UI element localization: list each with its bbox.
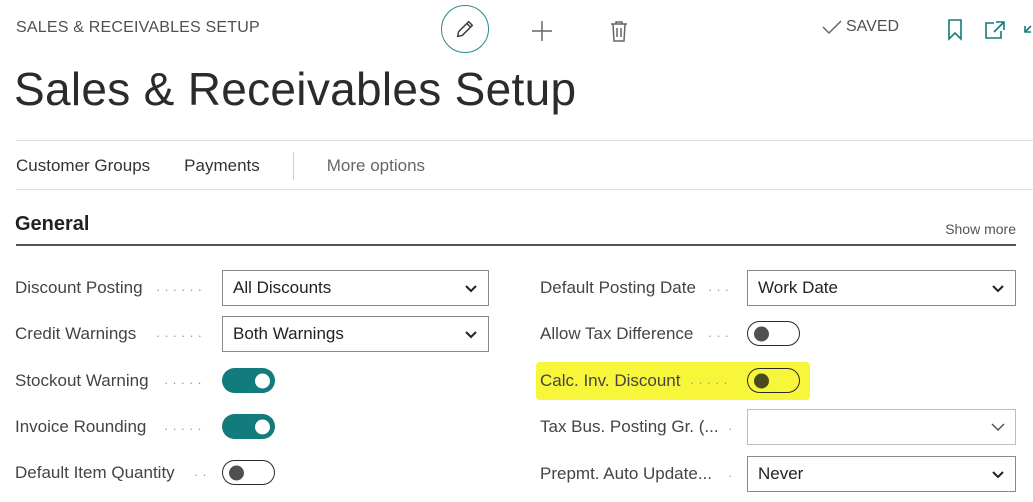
collapse-button[interactable] bbox=[1019, 17, 1033, 43]
more-options-action[interactable]: More options bbox=[327, 156, 425, 176]
field-default-posting-date: Default Posting Date bbox=[540, 270, 696, 306]
field-calc-inv-discount: Calc. Inv. Discount bbox=[540, 363, 680, 399]
chevron-down-icon bbox=[992, 471, 1004, 479]
field-allow-tax-difference: Allow Tax Difference bbox=[540, 316, 693, 352]
field-default-item-quantity: Default Item Quantity bbox=[15, 455, 175, 491]
collapse-icon bbox=[1024, 25, 1032, 33]
customer-groups-action[interactable]: Customer Groups bbox=[16, 156, 150, 176]
section-title-general[interactable]: General bbox=[15, 213, 89, 236]
plus-icon bbox=[532, 21, 552, 41]
bookmark-button[interactable] bbox=[944, 17, 966, 43]
field-stockout-warning: Stockout Warning bbox=[15, 363, 149, 399]
invoice-rounding-toggle[interactable] bbox=[222, 414, 275, 439]
field-dots: ··· bbox=[708, 282, 733, 297]
field-label: Tax Bus. Posting Gr. (... bbox=[540, 417, 719, 436]
select-value: All Discounts bbox=[233, 278, 332, 297]
toggle-knob bbox=[255, 373, 270, 388]
section-divider bbox=[16, 244, 1016, 246]
checkmark-icon bbox=[822, 20, 842, 35]
field-dots: · bbox=[728, 421, 737, 436]
field-label: Allow Tax Difference bbox=[540, 324, 694, 343]
field-dots: ······ bbox=[156, 282, 206, 297]
show-more-link[interactable]: Show more bbox=[945, 221, 1016, 237]
chevron-down-icon bbox=[992, 285, 1004, 293]
field-label: Prepmt. Auto Update... bbox=[540, 464, 712, 483]
open-new-window-button[interactable] bbox=[982, 17, 1008, 43]
field-tax-bus-posting-group: Tax Bus. Posting Gr. (... bbox=[540, 409, 719, 445]
delete-button[interactable] bbox=[606, 17, 632, 45]
action-divider bbox=[292, 152, 294, 180]
bookmark-icon bbox=[948, 19, 962, 41]
prepmt-auto-update-select[interactable]: Never bbox=[747, 456, 1016, 492]
field-invoice-rounding: Invoice Rounding bbox=[15, 409, 146, 445]
field-label: Stockout Warning bbox=[15, 371, 149, 390]
field-credit-warnings: Credit Warnings bbox=[15, 316, 136, 352]
field-label: Invoice Rounding bbox=[15, 417, 147, 436]
pencil-icon bbox=[456, 20, 474, 38]
tax-bus-posting-group-select[interactable] bbox=[747, 409, 1016, 445]
field-label: Calc. Inv. Discount bbox=[540, 371, 681, 390]
payments-action[interactable]: Payments bbox=[184, 156, 260, 176]
allow-tax-difference-toggle[interactable] bbox=[747, 321, 800, 346]
default-item-quantity-toggle[interactable] bbox=[222, 460, 275, 485]
field-dots: · bbox=[728, 468, 737, 483]
chevron-down-icon bbox=[465, 285, 477, 293]
trash-icon bbox=[611, 21, 627, 42]
select-value: Work Date bbox=[758, 278, 838, 297]
toggle-knob bbox=[754, 326, 769, 341]
field-label: Default Posting Date bbox=[540, 278, 696, 297]
field-prepmt-auto-update: Prepmt. Auto Update... bbox=[540, 456, 712, 492]
field-dots: ······ bbox=[156, 328, 206, 343]
credit-warnings-select[interactable]: Both Warnings bbox=[222, 316, 489, 352]
toggle-knob bbox=[229, 465, 244, 480]
default-posting-date-select[interactable]: Work Date bbox=[747, 270, 1016, 306]
chevron-down-icon bbox=[465, 331, 477, 339]
action-bar-top-divider bbox=[16, 140, 1033, 141]
field-label: Credit Warnings bbox=[15, 324, 137, 343]
field-label: Discount Posting bbox=[15, 278, 143, 297]
field-discount-posting: Discount Posting bbox=[15, 270, 143, 306]
saved-status: SAVED bbox=[822, 18, 899, 36]
new-button[interactable] bbox=[528, 17, 556, 45]
field-dots: ····· bbox=[690, 375, 732, 390]
field-label: Default Item Quantity bbox=[15, 463, 175, 482]
saved-label: SAVED bbox=[846, 18, 900, 35]
action-bar-bottom-divider bbox=[16, 189, 1033, 190]
action-bar: Customer Groups Payments More options bbox=[16, 150, 425, 182]
stockout-warning-toggle[interactable] bbox=[222, 368, 275, 393]
field-dots: ····· bbox=[164, 421, 206, 436]
toggle-knob bbox=[754, 373, 769, 388]
field-dots: ·· bbox=[194, 467, 211, 482]
chevron-down-icon bbox=[991, 423, 1005, 432]
popout-icon bbox=[985, 21, 1005, 39]
field-dots: ····· bbox=[164, 375, 206, 390]
select-value: Both Warnings bbox=[233, 324, 344, 343]
toggle-knob bbox=[255, 419, 270, 434]
field-dots: ··· bbox=[708, 328, 733, 343]
page-title: Sales & Receivables Setup bbox=[14, 63, 577, 115]
breadcrumb-title: SALES & RECEIVABLES SETUP bbox=[16, 19, 260, 36]
calc-inv-discount-toggle[interactable] bbox=[747, 368, 800, 393]
edit-button[interactable] bbox=[441, 5, 489, 53]
select-value: Never bbox=[758, 464, 804, 483]
discount-posting-select[interactable]: All Discounts bbox=[222, 270, 489, 306]
